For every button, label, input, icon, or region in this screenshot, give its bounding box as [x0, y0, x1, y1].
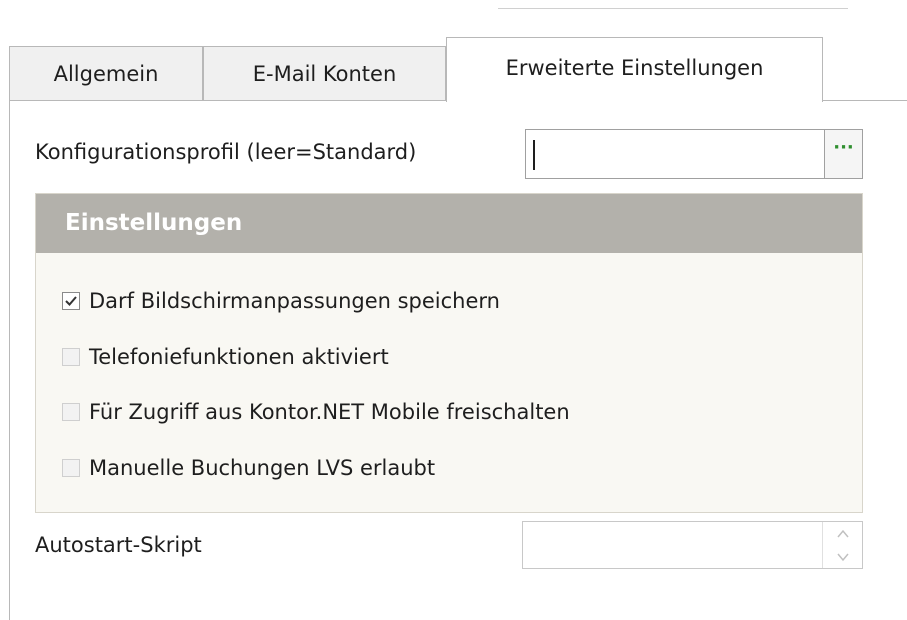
checkmark-icon [65, 296, 77, 306]
spin-up-button[interactable] [823, 522, 863, 545]
text-caret [533, 140, 535, 170]
top-field-edge [498, 0, 848, 9]
checkbox-row-mobile-access[interactable]: Für Zugriff aus Kontor.NET Mobile freisc… [62, 397, 570, 427]
checkbox-label: Telefoniefunktionen aktiviert [89, 345, 389, 369]
checkbox-row-manual-bookings[interactable]: Manuelle Buchungen LVS erlaubt [62, 453, 435, 483]
checkbox-label: Für Zugriff aus Kontor.NET Mobile freisc… [89, 400, 570, 424]
checkbox-label: Manuelle Buchungen LVS erlaubt [89, 456, 436, 480]
spin-down-button[interactable] [823, 545, 863, 568]
config-profile-input[interactable] [525, 129, 825, 179]
chevron-down-icon [837, 553, 849, 562]
browse-button[interactable]: ··· [825, 129, 863, 179]
checkbox-unchecked[interactable] [62, 403, 80, 421]
chevron-up-icon [837, 529, 849, 538]
spin-buttons [822, 522, 862, 568]
panel-border [9, 100, 10, 620]
autostart-script-input[interactable] [522, 521, 863, 569]
checkbox-row-screen-customizations[interactable]: Darf Bildschirmanpassungen speichern [62, 286, 500, 316]
settings-group-header: Einstellungen [36, 194, 862, 253]
checkbox-unchecked[interactable] [62, 459, 80, 477]
checkbox-row-telephony[interactable]: Telefoniefunktionen aktiviert [62, 342, 389, 372]
checkbox-unchecked[interactable] [62, 348, 80, 366]
settings-window: Allgemein E-Mail Konten Erweiterte Einst… [0, 0, 907, 620]
tab-allgemein[interactable]: Allgemein [9, 46, 203, 100]
tab-email-konten[interactable]: E-Mail Konten [203, 46, 446, 100]
config-profile-label: Konfigurationsprofil (leer=Standard) [35, 140, 417, 164]
tab-erweiterte-einstellungen[interactable]: Erweiterte Einstellungen [446, 37, 823, 102]
autostart-label: Autostart-Skript [35, 533, 202, 557]
checkbox-label: Darf Bildschirmanpassungen speichern [89, 289, 500, 313]
settings-group: Einstellungen Darf Bildschirmanpassungen… [35, 193, 863, 513]
checkbox-checked[interactable] [62, 292, 80, 310]
